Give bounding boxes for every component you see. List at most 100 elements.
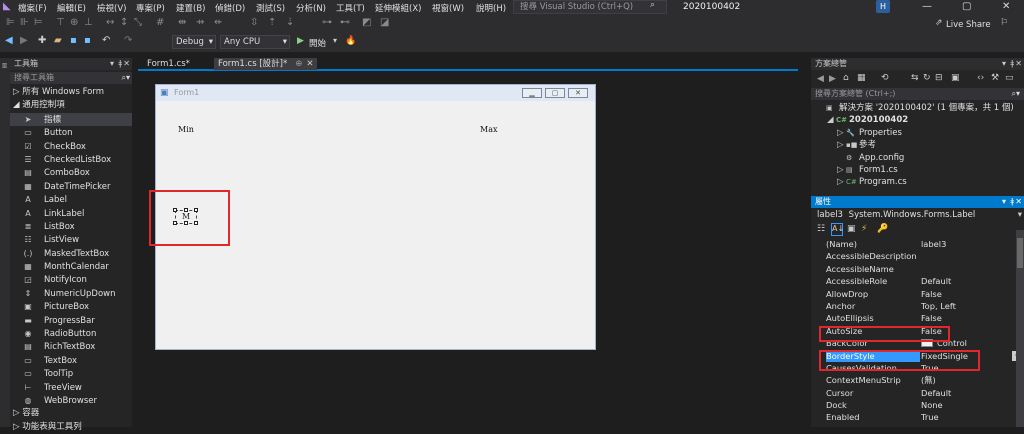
chevron-right-icon[interactable]: ▷ bbox=[837, 164, 846, 176]
solution-tree-item[interactable]: ▷ ▪■ 參考 bbox=[811, 139, 1024, 151]
home-icon[interactable]: ⌂ bbox=[843, 73, 849, 83]
toolbox-group-menus[interactable]: ▷ 功能表與工具列 bbox=[10, 421, 132, 434]
toolbox-item[interactable]: ▦ DateTimePicker bbox=[10, 180, 132, 193]
toolbox-group-all[interactable]: ▷ 所有 Windows Form bbox=[10, 86, 132, 99]
toolbox-item[interactable]: ▭ TextBox bbox=[10, 354, 132, 367]
toolbox-search-input[interactable]: 搜尋工具箱 ⌕▾ bbox=[10, 72, 132, 84]
feedback-icon[interactable]: ⚐ bbox=[1000, 18, 1008, 28]
property-row[interactable]: AllowDrop False bbox=[811, 288, 1024, 300]
collapse-icon[interactable]: ⊟ bbox=[935, 73, 943, 83]
close-icon[interactable]: ✕ bbox=[1015, 196, 1022, 208]
toolbox-item[interactable]: ◉ RadioButton bbox=[10, 327, 132, 340]
menu-item[interactable]: 建置(B) bbox=[176, 2, 205, 14]
live-share-button[interactable]: Live Share bbox=[946, 20, 991, 30]
solution-tree-item[interactable]: ◢ C# 2020100402 bbox=[811, 114, 1024, 126]
properties-object-select[interactable]: label3 System.Windows.Forms.Label ▾ bbox=[811, 208, 1024, 222]
align-left-icon[interactable]: ⊫ bbox=[6, 17, 15, 28]
dropdown-icon[interactable]: ▾ bbox=[1002, 58, 1006, 70]
menu-item[interactable]: 專案(P) bbox=[136, 2, 165, 14]
toolbox-item[interactable]: ◍ WebBrowser bbox=[10, 394, 132, 407]
toolbox-item[interactable]: ⊢ TreeView bbox=[10, 381, 132, 394]
chevron-down-icon[interactable]: ◢ bbox=[827, 114, 836, 126]
property-row[interactable]: AccessibleName bbox=[811, 263, 1024, 275]
toolbox-item[interactable]: ☷ ListView bbox=[10, 233, 132, 246]
server-explorer-tab[interactable]: ▥ bbox=[1, 62, 8, 69]
chevron-right-icon[interactable]: ▷ bbox=[837, 139, 846, 151]
align-middle-icon[interactable]: ⊕ bbox=[70, 17, 78, 28]
close-icon[interactable]: ✕ bbox=[1002, 1, 1010, 12]
chevron-down-icon[interactable]: ▾ bbox=[333, 36, 337, 45]
refresh-icon[interactable]: ↻ bbox=[923, 73, 931, 83]
search-icon[interactable]: ⌕ bbox=[650, 0, 655, 10]
property-row[interactable]: (Name) label3 bbox=[811, 238, 1024, 250]
max-label[interactable]: Max bbox=[480, 125, 497, 134]
toolbox-group-common[interactable]: ◢ 通用控制項 bbox=[10, 99, 132, 112]
toolbox-item[interactable]: ▬ ProgressBar bbox=[10, 314, 132, 327]
hspacing-icon[interactable]: ⇹ bbox=[178, 17, 186, 28]
categorized-icon[interactable]: ☷ bbox=[817, 224, 825, 234]
solution-tree-item[interactable]: ⚙ App.config bbox=[811, 152, 1024, 164]
new-project-icon[interactable]: ✚ bbox=[38, 35, 46, 46]
close-icon[interactable]: ✕ bbox=[306, 59, 313, 69]
save-all-icon[interactable]: ▪ bbox=[84, 35, 91, 46]
back-icon[interactable]: ◀ bbox=[817, 74, 824, 84]
menu-item[interactable]: 偵錯(D) bbox=[215, 2, 245, 14]
property-value[interactable]: False bbox=[921, 312, 942, 324]
pending-changes-icon[interactable]: ⟲ bbox=[881, 73, 889, 83]
start-icon[interactable]: ▶ bbox=[297, 36, 304, 46]
vspacing-icon[interactable]: ⇳ bbox=[250, 17, 258, 28]
pin-icon[interactable]: ǂ bbox=[1010, 196, 1014, 208]
toolbox-item[interactable]: A LinkLabel bbox=[10, 207, 132, 220]
hot-reload-icon[interactable]: 🔥 bbox=[345, 36, 356, 46]
menu-item[interactable]: 工具(T) bbox=[336, 2, 365, 14]
back-icon[interactable]: ◀ bbox=[5, 35, 13, 46]
preview-icon[interactable]: ▭ bbox=[1005, 73, 1014, 83]
show-files-icon[interactable]: ▣ bbox=[951, 73, 960, 83]
undo-icon[interactable]: ↶ bbox=[102, 35, 110, 46]
save-icon[interactable]: ▪ bbox=[70, 35, 77, 46]
property-row[interactable]: Enabled True bbox=[811, 411, 1024, 423]
toolbox-item[interactable]: ▭ Button bbox=[10, 126, 132, 139]
pin-icon[interactable]: ⊕ bbox=[295, 59, 302, 69]
same-height-icon[interactable]: ↕ bbox=[120, 17, 128, 28]
menu-item[interactable]: 檔案(F) bbox=[18, 2, 47, 14]
close-icon[interactable]: ✕ bbox=[123, 58, 130, 70]
property-value[interactable]: label3 bbox=[921, 238, 946, 250]
scrollbar-thumb[interactable] bbox=[1017, 238, 1023, 268]
maximize-icon[interactable]: ▢ bbox=[962, 1, 971, 12]
menu-item[interactable]: 檢視(V) bbox=[97, 2, 126, 14]
toolbox-item[interactable]: ▤ RichTextBox bbox=[10, 340, 132, 353]
start-button[interactable]: 開始 bbox=[309, 37, 326, 49]
bring-front-icon[interactable]: ◩ bbox=[362, 17, 371, 28]
property-value[interactable]: Default bbox=[921, 275, 951, 287]
chevron-right-icon[interactable]: ▷ bbox=[837, 176, 846, 188]
forward-icon[interactable]: ▶ bbox=[20, 35, 28, 46]
sync-icon[interactable]: ⇆ bbox=[911, 73, 919, 83]
properties-scrollbar[interactable] bbox=[1016, 230, 1024, 427]
close-icon[interactable]: ✕ bbox=[1015, 58, 1022, 70]
pin-icon[interactable]: ǂ bbox=[118, 58, 122, 70]
menu-item[interactable]: 視窗(W) bbox=[432, 2, 464, 14]
vspacing-dec-icon[interactable]: ⇣ bbox=[286, 17, 294, 28]
solution-tree-item[interactable]: ▷ 🔧 Properties bbox=[811, 127, 1024, 139]
center-h-icon[interactable]: ⊶ bbox=[322, 17, 332, 28]
same-size-icon[interactable]: ⤡ bbox=[134, 17, 142, 28]
dropdown-icon[interactable]: ▾ bbox=[1002, 196, 1006, 208]
property-row[interactable]: AccessibleRole Default bbox=[811, 275, 1024, 287]
menu-item[interactable]: 編輯(E) bbox=[57, 2, 86, 14]
toolbox-item[interactable]: ☰ CheckedListBox bbox=[10, 153, 132, 166]
switch-views-icon[interactable]: ▦ bbox=[857, 73, 866, 83]
configuration-select[interactable]: Debug ▾ bbox=[172, 35, 216, 49]
property-value[interactable]: Default bbox=[921, 387, 951, 399]
min-label[interactable]: Min bbox=[178, 125, 194, 134]
toolbox-item[interactable]: ⇕ NumericUpDown bbox=[10, 287, 132, 300]
events-icon[interactable]: ⚡ bbox=[861, 224, 867, 234]
live-share-icon[interactable]: ⇗ bbox=[935, 18, 943, 28]
align-bottom-icon[interactable]: ⊥ bbox=[84, 17, 93, 28]
alphabetical-icon[interactable]: A↓ bbox=[831, 223, 844, 236]
property-value[interactable]: None bbox=[921, 399, 943, 411]
forward-icon[interactable]: ▶ bbox=[829, 74, 836, 84]
toolbox-item[interactable]: ▣ PictureBox bbox=[10, 300, 132, 313]
properties-view-icon[interactable]: ▣ bbox=[847, 224, 856, 234]
vs-search-input[interactable]: 搜尋 Visual Studio (Ctrl+Q) bbox=[513, 0, 667, 14]
